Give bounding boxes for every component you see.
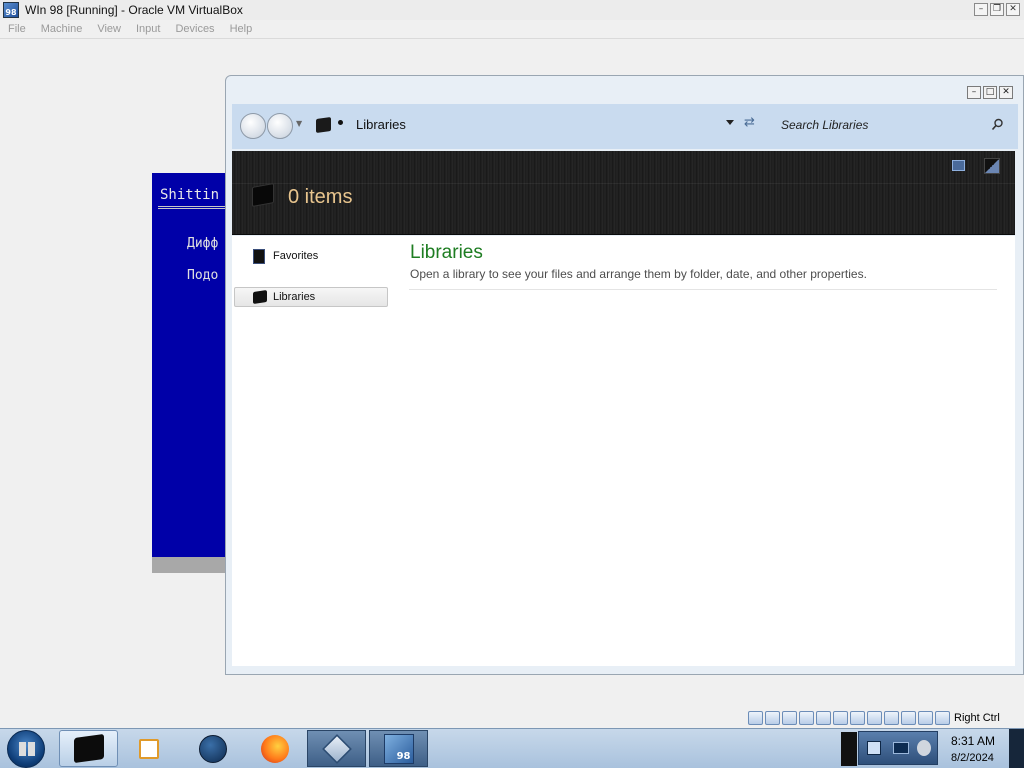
favorites-icon xyxy=(253,248,265,264)
forward-button[interactable] xyxy=(267,113,293,139)
host-key-label: Right Ctrl xyxy=(954,711,1000,724)
guest-blue-dialog: Shittin Дифф Подо xyxy=(152,173,226,557)
guest-dialog-title: Shittin xyxy=(160,187,220,203)
host-titlebar: 98 WIn 98 [Running] - Oracle VM VirtualB… xyxy=(0,0,1024,20)
volume-tray-icon[interactable] xyxy=(917,740,931,756)
search-placeholder: Search Libraries xyxy=(781,118,869,132)
host-close-button[interactable]: ✕ xyxy=(1006,3,1020,16)
item-count: 0 items xyxy=(288,186,353,208)
taskbar: 98 8:31 AM 8/2/2024 xyxy=(0,728,1024,768)
menu-machine[interactable]: Machine xyxy=(41,23,83,35)
win98-vm-icon: 98 xyxy=(3,2,19,18)
network-icon[interactable] xyxy=(799,710,814,725)
taskbar-media-player-button[interactable] xyxy=(119,730,178,767)
windows-logo-icon xyxy=(19,742,35,756)
win98-vm-icon: 98 xyxy=(383,733,414,764)
firefox-icon xyxy=(260,734,289,763)
address-dropdown-icon[interactable] xyxy=(726,120,734,125)
menu-input[interactable]: Input xyxy=(136,23,160,35)
show-desktop-button[interactable] xyxy=(1009,729,1024,768)
recording-icon[interactable] xyxy=(867,710,882,725)
taskbar-virtualbox-button[interactable] xyxy=(307,730,366,767)
menu-file[interactable]: File xyxy=(8,23,26,35)
libraries-large-icon xyxy=(252,183,274,207)
taskbar-win98-vm-button[interactable]: 98 xyxy=(369,730,428,767)
search-input[interactable]: Search Libraries xyxy=(772,111,1012,139)
help-icon[interactable] xyxy=(984,158,1000,174)
mouse-integration-icon[interactable] xyxy=(901,710,916,725)
host-minimize-button[interactable]: – xyxy=(974,3,988,16)
breadcrumb-libraries[interactable]: Libraries xyxy=(356,117,406,132)
guest-dialog-option[interactable]: Подо xyxy=(187,268,218,283)
host-menubar: File Machine View Input Devices Help xyxy=(0,20,1024,39)
keyboard-icon[interactable] xyxy=(918,710,933,725)
content-divider xyxy=(409,289,997,290)
start-button[interactable] xyxy=(7,730,45,768)
nav-item-libraries[interactable]: Libraries xyxy=(234,287,388,307)
explorer-navigation-bar: ▼ Libraries ⇄ Search Libraries xyxy=(232,104,1018,149)
view-options-icon[interactable] xyxy=(952,160,965,171)
explorer-window: – □ ✕ ▼ Libraries ⇄ Search Libraries 0 i… xyxy=(225,75,1024,675)
guest-dialog-option[interactable]: Дифф xyxy=(187,236,218,251)
media-player-icon xyxy=(138,738,159,759)
nav-item-label: Favorites xyxy=(273,250,319,262)
explorer-content: Favorites Libraries Libraries Open a lib… xyxy=(232,236,1015,666)
shared-folders-icon[interactable] xyxy=(833,710,848,725)
libraries-icon xyxy=(316,116,331,134)
explorer-maximize-button[interactable]: □ xyxy=(983,86,997,99)
host-key-icon[interactable] xyxy=(935,710,950,725)
explorer-icon xyxy=(73,733,104,764)
explorer-minimize-button[interactable]: – xyxy=(967,86,981,99)
recent-pages-dropdown-icon[interactable]: ▼ xyxy=(296,119,302,128)
virtualbox-icon xyxy=(321,733,352,764)
tray-overflow-button[interactable] xyxy=(841,732,857,766)
host-restore-button[interactable]: ❐ xyxy=(990,3,1004,16)
taskbar-firefox-button[interactable] xyxy=(245,730,304,767)
floppy-icon[interactable] xyxy=(782,710,797,725)
guest-dialog-underline xyxy=(158,206,226,209)
nav-item-label: Libraries xyxy=(273,291,316,303)
menu-help[interactable]: Help xyxy=(230,23,253,35)
explorer-details-header: 0 items xyxy=(232,151,1015,235)
host-window-controls: – ❐ ✕ xyxy=(974,3,1020,16)
explorer-window-controls: – □ ✕ xyxy=(967,86,1013,99)
refresh-icon[interactable]: ⇄ xyxy=(744,115,755,130)
hard-disk-icon[interactable] xyxy=(748,710,763,725)
guest-dialog-shadow xyxy=(152,557,226,573)
breadcrumb-separator-icon[interactable] xyxy=(338,120,343,125)
libraries-icon xyxy=(253,290,267,304)
main-pane: Libraries Open a library to see your fil… xyxy=(409,236,999,666)
menu-view[interactable]: View xyxy=(97,23,121,35)
menu-devices[interactable]: Devices xyxy=(175,23,214,35)
network-tray-icon[interactable] xyxy=(893,742,909,754)
host-window-title: WIn 98 [Running] - Oracle VM VirtualBox xyxy=(25,3,243,17)
display-icon[interactable] xyxy=(850,710,865,725)
navigation-pane: Favorites Libraries xyxy=(232,236,392,666)
libraries-heading: Libraries xyxy=(410,242,483,263)
search-icon[interactable] xyxy=(991,118,1004,131)
optical-drive-icon[interactable] xyxy=(765,710,780,725)
back-button[interactable] xyxy=(240,113,266,139)
usb-icon[interactable] xyxy=(816,710,831,725)
header-divider xyxy=(232,183,1015,184)
clock-time[interactable]: 8:31 AM xyxy=(951,734,995,748)
taskbar-globe-button[interactable] xyxy=(183,730,242,767)
globe-icon xyxy=(198,734,227,763)
vbox-status-bar: Right Ctrl xyxy=(748,709,1024,726)
explorer-close-button[interactable]: ✕ xyxy=(999,86,1013,99)
cpu-icon[interactable] xyxy=(884,710,899,725)
nav-item-favorites[interactable]: Favorites xyxy=(234,246,388,266)
libraries-description: Open a library to see your files and arr… xyxy=(410,267,867,281)
clock-date[interactable]: 8/2/2024 xyxy=(951,752,994,764)
taskbar-explorer-button[interactable] xyxy=(59,730,118,767)
vbox-tray-icon[interactable] xyxy=(867,741,881,755)
tray-virtualbox-area[interactable] xyxy=(858,731,938,765)
